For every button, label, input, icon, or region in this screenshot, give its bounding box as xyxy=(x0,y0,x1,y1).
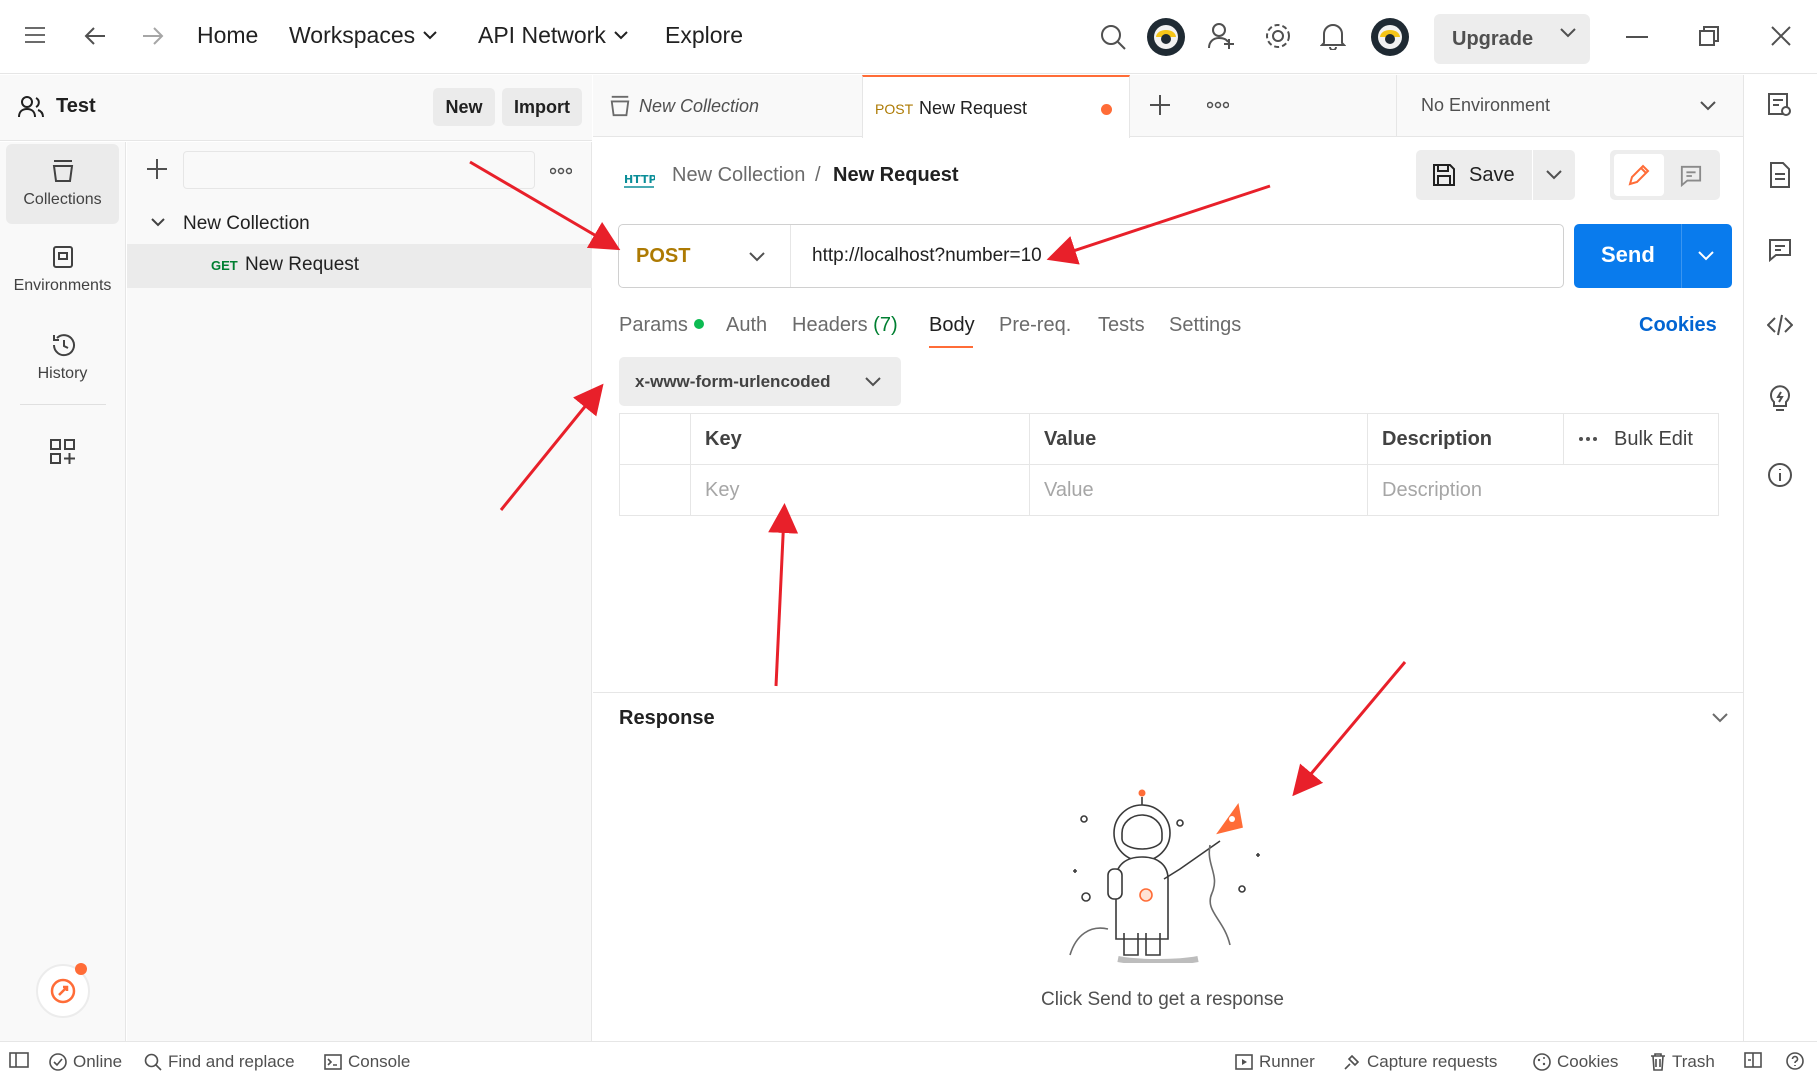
console-button[interactable]: Console xyxy=(324,1052,410,1072)
search-icon xyxy=(144,1053,162,1071)
satellite-icon xyxy=(1344,1054,1360,1070)
annotation-arrow xyxy=(1292,661,1407,797)
find-replace-button[interactable]: Find and replace xyxy=(144,1052,295,1072)
trash-icon xyxy=(1651,1053,1665,1071)
trash-button[interactable]: Trash xyxy=(1650,1052,1715,1072)
capture-requests-button[interactable]: Capture requests xyxy=(1343,1052,1497,1072)
annotation-arrow xyxy=(768,503,799,687)
online-status[interactable]: Online xyxy=(49,1052,122,1072)
cookies-button[interactable]: Cookies xyxy=(1533,1052,1618,1072)
two-pane-icon[interactable] xyxy=(1744,1052,1762,1068)
status-bar: Online Find and replace Console Runner C… xyxy=(0,1041,1817,1080)
help-icon[interactable] xyxy=(1786,1052,1804,1070)
toggle-sidebar-icon[interactable] xyxy=(9,1052,29,1068)
runner-icon xyxy=(1235,1054,1253,1070)
cookie-icon xyxy=(1533,1053,1551,1071)
annotation-arrow xyxy=(499,383,604,511)
runner-button[interactable]: Runner xyxy=(1235,1052,1315,1072)
check-circle-icon xyxy=(49,1053,67,1071)
annotation-arrows xyxy=(469,160,1407,797)
annotation-arrow xyxy=(469,160,621,251)
console-icon xyxy=(324,1054,342,1070)
annotation-arrow xyxy=(1046,184,1271,265)
